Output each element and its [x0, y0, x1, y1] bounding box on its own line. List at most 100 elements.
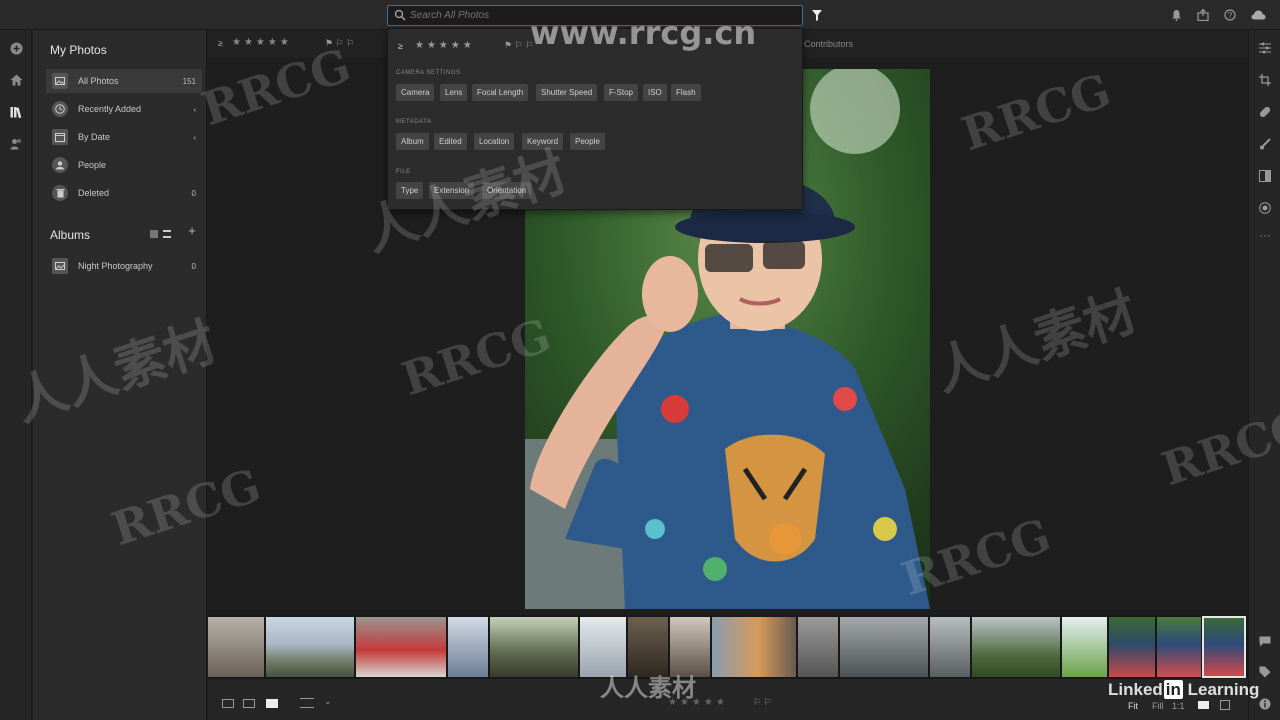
album-count: 0: [191, 261, 196, 271]
chip-iso[interactable]: ISO: [643, 84, 667, 101]
add-album-button[interactable]: +: [186, 224, 198, 237]
sidebar-item-label: Deleted: [78, 188, 110, 198]
filmstrip-thumbnail[interactable]: [1062, 617, 1107, 677]
expand-chevron[interactable]: ‹: [193, 105, 196, 114]
search-filter-dropdown: ≥ ★★★★★ ⚑ ⚐ ⚐ CAMERA SETTINGS Camera Len…: [387, 28, 803, 210]
chip-shutter-speed[interactable]: Shutter Speed: [536, 84, 598, 101]
filmstrip-thumbnail[interactable]: [840, 617, 928, 677]
album-label: Night Photography: [78, 261, 153, 271]
cloud-icon: [1251, 10, 1265, 20]
album-item-night-photography[interactable]: Night Photography 0: [46, 254, 202, 278]
brush-button[interactable]: [1257, 136, 1273, 152]
home-button[interactable]: [7, 71, 25, 89]
rating-stars[interactable]: ★★★★★: [415, 40, 475, 51]
filmstrip-thumbnail[interactable]: [930, 617, 970, 677]
search-box[interactable]: [387, 5, 803, 26]
comment-icon: [1259, 636, 1271, 646]
filmstrip-thumbnail[interactable]: [972, 617, 1060, 677]
compare-view-button[interactable]: [1198, 701, 1209, 709]
albums-heading: Albums: [50, 228, 91, 242]
sliders-icon: [1259, 42, 1271, 54]
sidebar-item-people[interactable]: People: [46, 153, 202, 177]
square-grid-view-button[interactable]: [243, 699, 255, 708]
more-options-button[interactable]: ···: [1257, 228, 1273, 244]
filmstrip-thumbnail[interactable]: [490, 617, 578, 677]
item-count: 151: [182, 76, 196, 86]
sidebar-item-recently-added[interactable]: Recently Added ‹: [46, 97, 202, 121]
photo-rating-stars[interactable]: ★★★★★: [668, 697, 728, 708]
zoom-fill-button[interactable]: Fill: [1152, 701, 1164, 711]
gradient-icon: [1259, 170, 1271, 182]
plus-circle-icon: [10, 42, 22, 54]
filmstrip-thumbnail-selected[interactable]: [1202, 616, 1246, 678]
sort-button[interactable]: [300, 698, 314, 708]
detail-view-button[interactable]: [266, 699, 278, 708]
comments-button[interactable]: [1257, 633, 1273, 649]
chip-type[interactable]: Type: [396, 182, 424, 199]
zoom-fit-button[interactable]: Fit: [1128, 701, 1138, 711]
keywords-button[interactable]: [1257, 664, 1273, 680]
photo-flags[interactable]: ⚐ ⚐: [753, 697, 772, 708]
filmstrip-thumbnail[interactable]: [448, 617, 488, 677]
chip-extension[interactable]: Extension: [429, 182, 475, 199]
sort-chevron-icon[interactable]: ⌄: [324, 696, 332, 707]
chip-focal-length[interactable]: Focal Length: [472, 84, 529, 101]
filmstrip-thumbnail[interactable]: [670, 617, 710, 677]
filmstrip-thumbnail[interactable]: [266, 617, 354, 677]
linear-gradient-button[interactable]: [1257, 168, 1273, 184]
chip-flash[interactable]: Flash: [671, 84, 701, 101]
filmstrip-thumbnail[interactable]: [208, 617, 264, 677]
chip-keyword[interactable]: Keyword: [522, 133, 564, 150]
before-after-button[interactable]: [1220, 700, 1230, 710]
edit-panel-button[interactable]: [1257, 40, 1273, 56]
chip-people[interactable]: People: [570, 133, 605, 150]
rating-operator[interactable]: ≥: [398, 41, 403, 51]
filmstrip-thumbnail[interactable]: [1157, 617, 1201, 677]
rating-filter-stars[interactable]: ★★★★★: [232, 37, 292, 48]
radial-icon: [1259, 202, 1271, 214]
info-button[interactable]: [1257, 696, 1273, 712]
contributors-dropdown[interactable]: Contributors: [804, 39, 853, 49]
flag-filters[interactable]: ⚑ ⚐ ⚐: [504, 40, 533, 51]
crop-button[interactable]: [1257, 72, 1273, 88]
filmstrip-thumbnail[interactable]: [628, 617, 668, 677]
filmstrip-thumbnail[interactable]: [356, 617, 446, 677]
list-view-toggle[interactable]: [163, 230, 171, 238]
people-icon: [10, 139, 21, 150]
filmstrip-thumbnail[interactable]: [580, 617, 626, 677]
chip-lens[interactable]: Lens: [440, 84, 468, 101]
chip-orientation[interactable]: Orientation: [482, 182, 532, 199]
sidebar-item-all-photos[interactable]: All Photos 151: [46, 69, 202, 93]
search-input[interactable]: [410, 8, 790, 23]
chip-camera[interactable]: Camera: [396, 84, 435, 101]
healing-button[interactable]: [1257, 104, 1273, 120]
chip-f-stop[interactable]: F-Stop: [604, 84, 639, 101]
sidebar-item-by-date[interactable]: By Date ‹: [46, 125, 202, 149]
cloud-sync-button[interactable]: [1250, 7, 1266, 23]
people-button[interactable]: [7, 135, 25, 153]
zoom-1-1-button[interactable]: 1:1: [1172, 701, 1185, 711]
radial-gradient-button[interactable]: [1257, 200, 1273, 216]
flag-filter[interactable]: ⚑ ⚐ ⚐: [325, 38, 365, 48]
filter-funnel-button[interactable]: [808, 6, 826, 24]
chip-location[interactable]: Location: [474, 133, 515, 150]
filmstrip-thumbnail[interactable]: [798, 617, 838, 677]
grid-view-toggle[interactable]: [150, 230, 158, 238]
filmstrip-thumbnail[interactable]: [712, 617, 796, 677]
sidebar-item-deleted[interactable]: Deleted 0: [46, 181, 202, 205]
right-tool-rail: ···: [1248, 30, 1280, 720]
help-button[interactable]: ?: [1222, 7, 1238, 23]
info-icon: [1259, 698, 1271, 710]
chip-edited[interactable]: Edited: [434, 133, 467, 150]
library-button[interactable]: [7, 103, 25, 121]
expand-chevron[interactable]: ‹: [193, 133, 196, 142]
tag-icon: [1259, 666, 1271, 678]
share-button[interactable]: [1195, 7, 1211, 23]
chip-album[interactable]: Album: [396, 133, 429, 150]
album-icon: [52, 258, 68, 274]
rating-operator[interactable]: ≥: [218, 38, 223, 48]
photo-grid-view-button[interactable]: [222, 699, 234, 708]
filmstrip-thumbnail[interactable]: [1109, 617, 1155, 677]
add-photos-button[interactable]: [7, 39, 25, 57]
notifications-button[interactable]: [1168, 7, 1184, 23]
